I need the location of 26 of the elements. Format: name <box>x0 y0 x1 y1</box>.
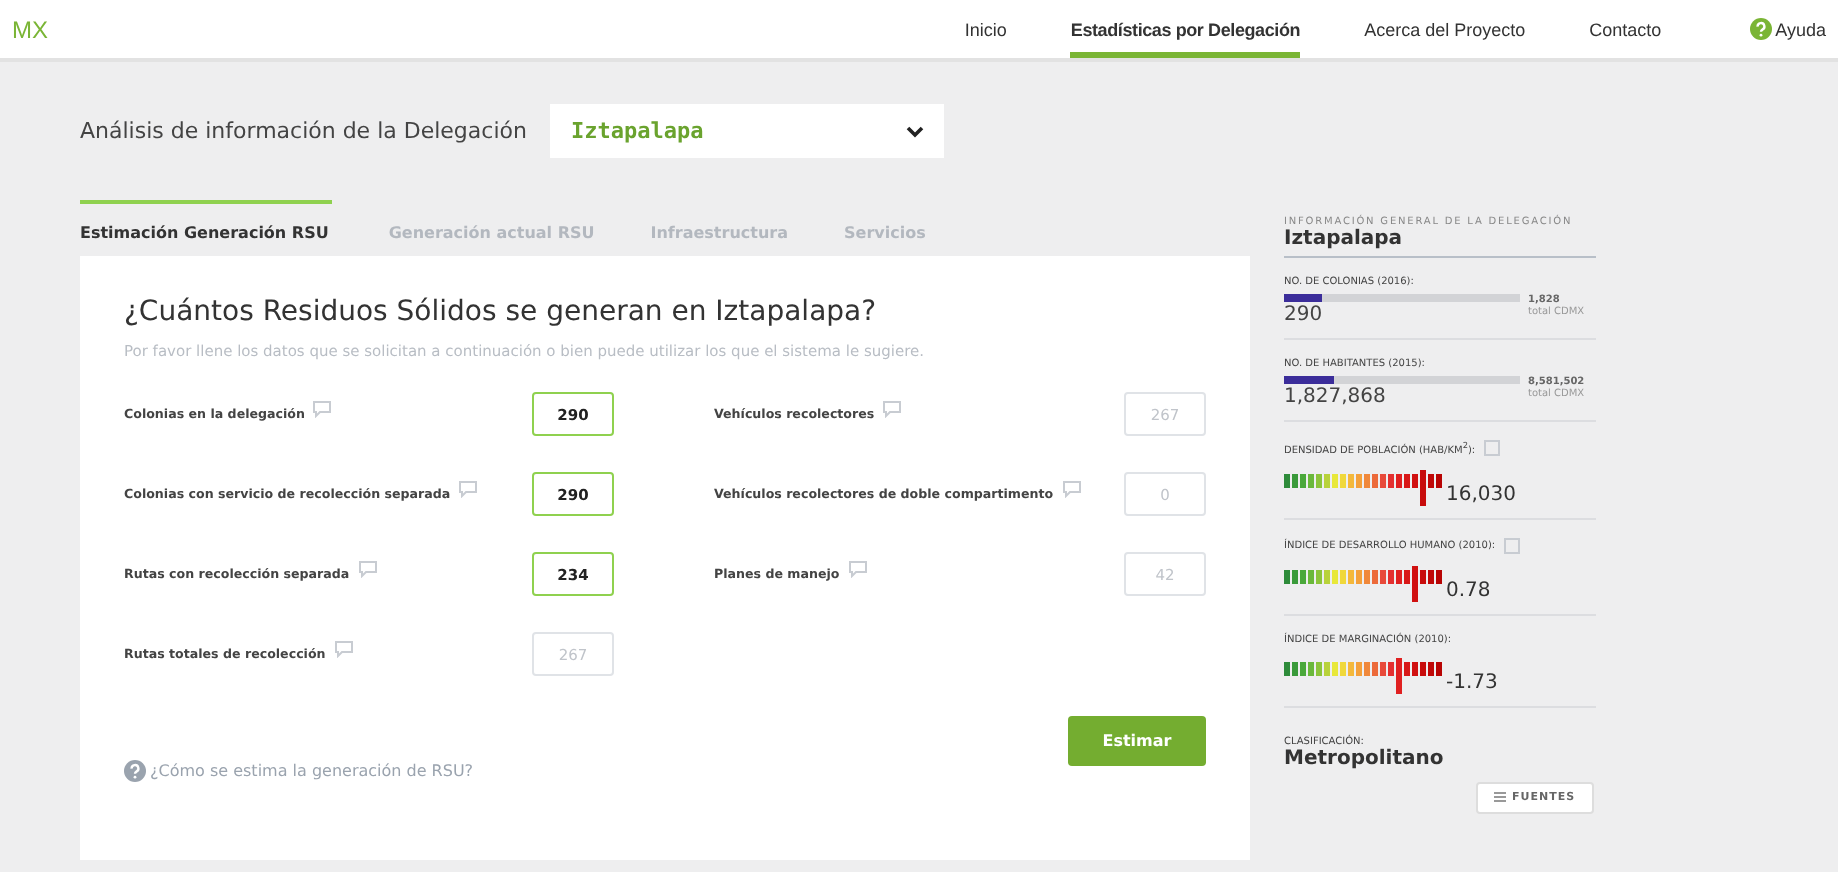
comment-icon <box>882 399 903 417</box>
list-icon <box>1494 792 1506 803</box>
nav-link[interactable]: Inicio <box>964 0 1007 58</box>
form-title: ¿Cuántos Residuos Sólidos se generan en Iztapalapa? <box>124 296 879 328</box>
caret-icon <box>906 125 925 137</box>
nav-link[interactable]: Estadísticas por Delegación <box>1070 0 1301 58</box>
stat-value: 0.78 <box>1446 579 1491 602</box>
help-icon <box>124 760 146 782</box>
help-icon <box>1749 18 1772 40</box>
delegation-name: Iztapalapa <box>1284 228 1596 258</box>
stat-value: 16,030 <box>1446 483 1516 506</box>
delegation-label: Análisis de información de la Delegación <box>80 118 527 144</box>
classification: Metropolitano <box>1284 747 1446 770</box>
comment-icon <box>312 399 333 417</box>
comment-icon <box>1061 479 1082 497</box>
help-link[interactable]: Ayuda <box>1749 18 1826 40</box>
comment-icon <box>847 559 868 577</box>
nav-link[interactable]: Acerca del Proyecto <box>1364 0 1526 58</box>
comment-icon <box>458 479 479 497</box>
comment-icon <box>333 639 354 657</box>
comment-icon <box>357 559 378 577</box>
nav-link[interactable]: Contacto <box>1589 0 1662 58</box>
stat-value: -1.73 <box>1446 671 1498 694</box>
logo: MX <box>12 15 48 43</box>
stat-value: 290 <box>1284 304 1325 326</box>
stat-value: 1,827,868 <box>1284 386 1388 408</box>
